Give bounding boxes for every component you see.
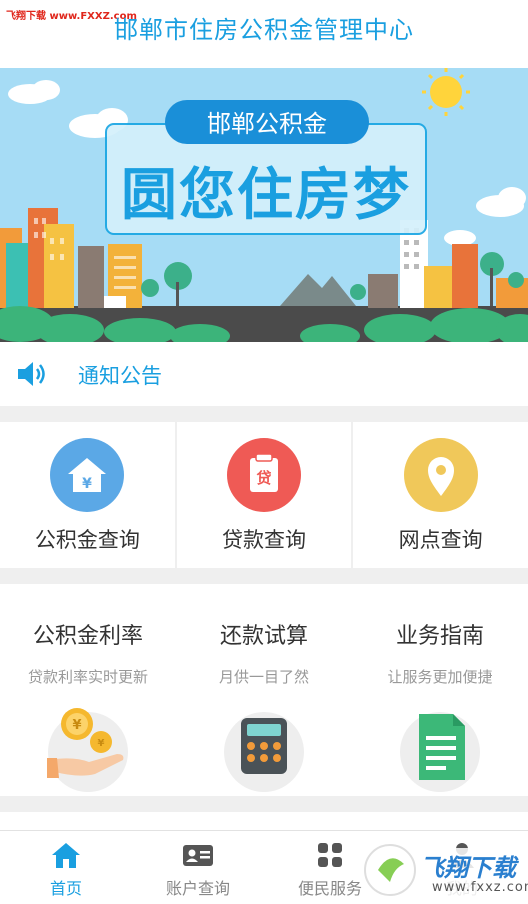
loan-document-icon: 贷 [227,438,301,512]
watermark-logo: 飞翔下载 www.fxxz.com [360,840,528,900]
section-strip [0,812,528,830]
coins-hand-icon: ¥ ¥ [47,708,128,792]
svg-text:贷: 贷 [256,469,271,487]
home-icon [52,843,80,868]
hero-banner[interactable]: 邯郸公积金 圆您住房梦 [0,68,528,342]
services-panel: 公积金利率 贷款利率实时更新 ¥ ¥ 还款试算 月供一目了然 业务指南 让服务更… [0,584,528,796]
outlet-query-label: 网点查询 [398,528,483,552]
tab-label: 账户查询 [165,879,230,898]
watermark-url: www.fxxz.com [432,880,528,895]
outlet-query-button[interactable]: 网点查询 [353,422,528,568]
page-title: 邯郸市住房公积金管理中心 [114,16,414,44]
loan-query-label: 贷款查询 [222,528,306,552]
quick-query-grid: ¥ 公积金查询 贷 贷款查询 网点查询 [0,422,528,568]
location-pin-icon [403,438,478,512]
svc-subtitle: 月供一目了然 [218,668,309,686]
tab-home[interactable]: 首页 [0,831,132,904]
tab-account[interactable]: 账户查询 [132,831,264,904]
calculator-icon [224,712,304,792]
notice-bar[interactable]: 通知公告 [0,342,528,406]
document-icon [400,712,480,792]
house-yuan-icon: ¥ [50,438,125,512]
svc-title: 还款试算 [219,624,308,649]
loan-query-button[interactable]: 贷 贷款查询 [177,422,354,568]
fund-query-button[interactable]: ¥ 公积金查询 [0,422,177,568]
svc-subtitle: 贷款利率实时更新 [27,668,148,686]
grid-icon [318,843,342,867]
svg-text:¥: ¥ [98,738,105,749]
interest-rate-card[interactable]: 公积金利率 贷款利率实时更新 ¥ ¥ [0,584,176,796]
notice-label: 通知公告 [78,364,162,388]
svg-text:¥: ¥ [82,476,92,492]
watermark-brand: 飞翔下载 [420,854,516,882]
speaker-icon [18,362,45,386]
svg-text:¥: ¥ [72,718,81,733]
repayment-calc-card[interactable]: 还款试算 月供一目了然 [176,584,352,796]
id-card-icon [183,845,213,866]
fund-query-label: 公积金查询 [34,528,140,552]
svc-title: 业务指南 [395,624,484,649]
banner-tag: 邯郸公积金 [207,110,327,138]
svc-subtitle: 让服务更加便捷 [387,668,493,686]
tab-label: 首页 [49,879,82,898]
banner-headline: 圆您住房梦 [121,163,411,228]
app-header: 飞翔下载 www.FXXZ.com 邯郸市住房公积金管理中心 [0,0,528,68]
svc-title: 公积金利率 [32,624,143,649]
guide-card[interactable]: 业务指南 让服务更加便捷 [352,584,528,796]
